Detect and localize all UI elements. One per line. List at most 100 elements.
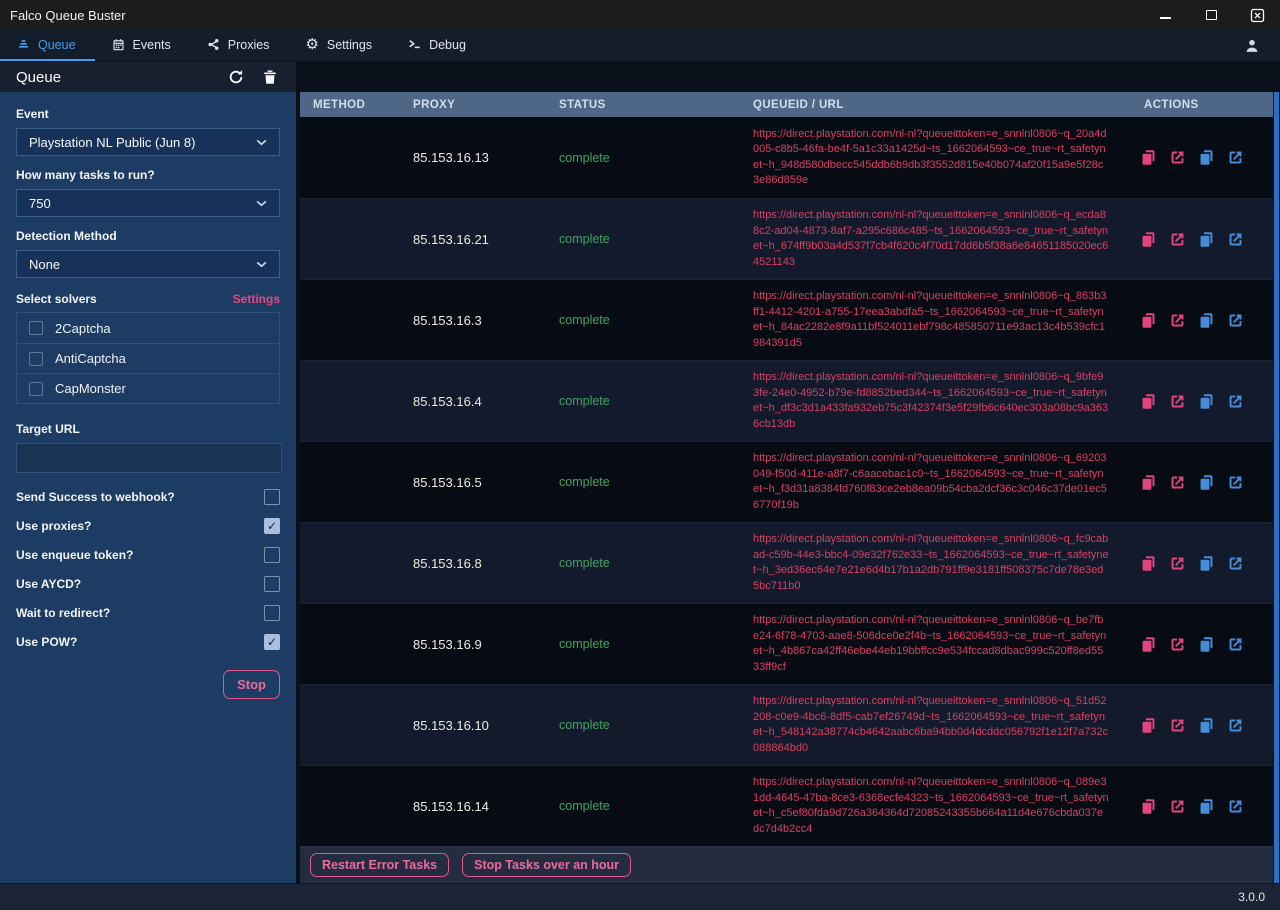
tab-label: Events [133, 38, 171, 52]
solver-checkbox[interactable] [29, 382, 43, 396]
tab-debug[interactable]: Debug [391, 30, 485, 61]
webhook-checkbox[interactable] [264, 489, 280, 505]
copy-url-button[interactable] [1198, 798, 1215, 815]
column-header-actions: ACTIONS [1125, 99, 1280, 111]
open-url-button[interactable] [1227, 474, 1244, 491]
use-proxies-checkbox[interactable] [264, 518, 280, 534]
open-queueid-button[interactable] [1169, 555, 1186, 572]
table-scrollbar[interactable] [1273, 92, 1280, 883]
copy-icon [1140, 474, 1157, 491]
column-header-status: STATUS [545, 99, 745, 111]
toggle-label: Wait to redirect? [16, 606, 264, 620]
open-queueid-button[interactable] [1169, 231, 1186, 248]
toggle-redirect-row: Wait to redirect? [16, 605, 280, 621]
detection-method-select[interactable]: None [16, 250, 280, 278]
use-pow-checkbox[interactable] [264, 634, 280, 650]
copy-icon [1198, 312, 1215, 329]
solver-checkbox[interactable] [29, 321, 43, 335]
minimize-button[interactable] [1142, 0, 1188, 30]
solver-settings-link[interactable]: Settings [233, 292, 280, 306]
open-url-button[interactable] [1227, 393, 1244, 410]
solver-checkbox[interactable] [29, 352, 43, 366]
nav-bar: Queue Events Proxies ⚙ Settings Debug [0, 30, 1280, 62]
open-url-button[interactable] [1227, 798, 1244, 815]
copy-url-button[interactable] [1198, 717, 1215, 734]
event-select[interactable]: Playstation NL Public (Jun 8) [16, 128, 280, 156]
copy-url-button[interactable] [1198, 231, 1215, 248]
copy-queueid-button[interactable] [1140, 798, 1157, 815]
titlebar: Falco Queue Buster [0, 0, 1280, 30]
task-count-select[interactable]: 750 [16, 189, 280, 217]
table-row: 85.153.16.5 complete https://direct.play… [300, 441, 1280, 522]
enqueue-token-checkbox[interactable] [264, 547, 280, 563]
status-cell: complete [545, 394, 745, 408]
maximize-icon [1206, 10, 1217, 20]
open-queueid-button[interactable] [1169, 717, 1186, 734]
copy-url-button[interactable] [1198, 636, 1215, 653]
open-queueid-button[interactable] [1169, 312, 1186, 329]
external-link-icon [1227, 231, 1244, 248]
copy-queueid-button[interactable] [1140, 474, 1157, 491]
copy-url-button[interactable] [1198, 149, 1215, 166]
open-queueid-button[interactable] [1169, 149, 1186, 166]
target-url-input[interactable] [16, 443, 282, 473]
actions-cell [1125, 555, 1280, 572]
copy-queueid-button[interactable] [1140, 312, 1157, 329]
aycd-checkbox[interactable] [264, 576, 280, 592]
open-url-button[interactable] [1227, 717, 1244, 734]
wait-redirect-checkbox[interactable] [264, 605, 280, 621]
solver-option-capmonster[interactable]: CapMonster [17, 373, 279, 403]
open-url-button[interactable] [1227, 231, 1244, 248]
copy-queueid-button[interactable] [1140, 393, 1157, 410]
tab-label: Queue [38, 38, 76, 52]
open-url-button[interactable] [1227, 312, 1244, 329]
stop-button[interactable]: Stop [223, 670, 280, 699]
open-queueid-button[interactable] [1169, 636, 1186, 653]
status-cell: complete [545, 718, 745, 732]
minimize-icon [1160, 17, 1171, 19]
open-queueid-button[interactable] [1169, 393, 1186, 410]
maximize-button[interactable] [1188, 0, 1234, 30]
actions-cell [1125, 231, 1280, 248]
tab-settings[interactable]: ⚙ Settings [288, 30, 391, 61]
open-queueid-button[interactable] [1169, 474, 1186, 491]
proxy-cell: 85.153.16.8 [397, 556, 545, 571]
gear-icon: ⚙ [305, 38, 318, 51]
refresh-button[interactable] [228, 69, 244, 85]
copy-url-button[interactable] [1198, 393, 1215, 410]
solver-option-2captcha[interactable]: 2Captcha [17, 313, 279, 343]
tab-events[interactable]: Events [95, 30, 190, 61]
restart-error-tasks-button[interactable]: Restart Error Tasks [310, 853, 449, 877]
copy-queueid-button[interactable] [1140, 636, 1157, 653]
open-url-button[interactable] [1227, 149, 1244, 166]
open-url-button[interactable] [1227, 636, 1244, 653]
account-button[interactable] [1244, 30, 1280, 61]
tab-proxies[interactable]: Proxies [190, 30, 289, 61]
copy-queueid-button[interactable] [1140, 231, 1157, 248]
detection-method-select-value: None [29, 257, 256, 272]
copy-queueid-button[interactable] [1140, 717, 1157, 734]
scrollbar-thumb[interactable] [1274, 92, 1279, 883]
solver-label: CapMonster [55, 381, 126, 396]
copy-url-button[interactable] [1198, 312, 1215, 329]
queueid-url-cell: https://direct.playstation.com/nl-nl?que… [745, 364, 1125, 438]
copy-url-button[interactable] [1198, 555, 1215, 572]
copy-queueid-button[interactable] [1140, 149, 1157, 166]
status-cell: complete [545, 232, 745, 246]
solver-option-anticaptcha[interactable]: AntiCaptcha [17, 343, 279, 373]
open-url-button[interactable] [1227, 555, 1244, 572]
external-link-icon [1169, 312, 1186, 329]
stop-old-tasks-button[interactable]: Stop Tasks over an hour [462, 853, 631, 877]
clear-queue-button[interactable] [262, 69, 278, 85]
copy-queueid-button[interactable] [1140, 555, 1157, 572]
tab-queue[interactable]: Queue [0, 30, 95, 61]
toggle-label: Use proxies? [16, 519, 264, 533]
copy-icon [1198, 636, 1215, 653]
external-link-icon [1227, 393, 1244, 410]
close-button[interactable] [1234, 0, 1280, 30]
table-row: 85.153.16.13 complete https://direct.pla… [300, 117, 1280, 198]
open-queueid-button[interactable] [1169, 798, 1186, 815]
toggle-label: Use enqueue token? [16, 548, 264, 562]
copy-url-button[interactable] [1198, 474, 1215, 491]
queueid-url-cell: https://direct.playstation.com/nl-nl?que… [745, 283, 1125, 357]
